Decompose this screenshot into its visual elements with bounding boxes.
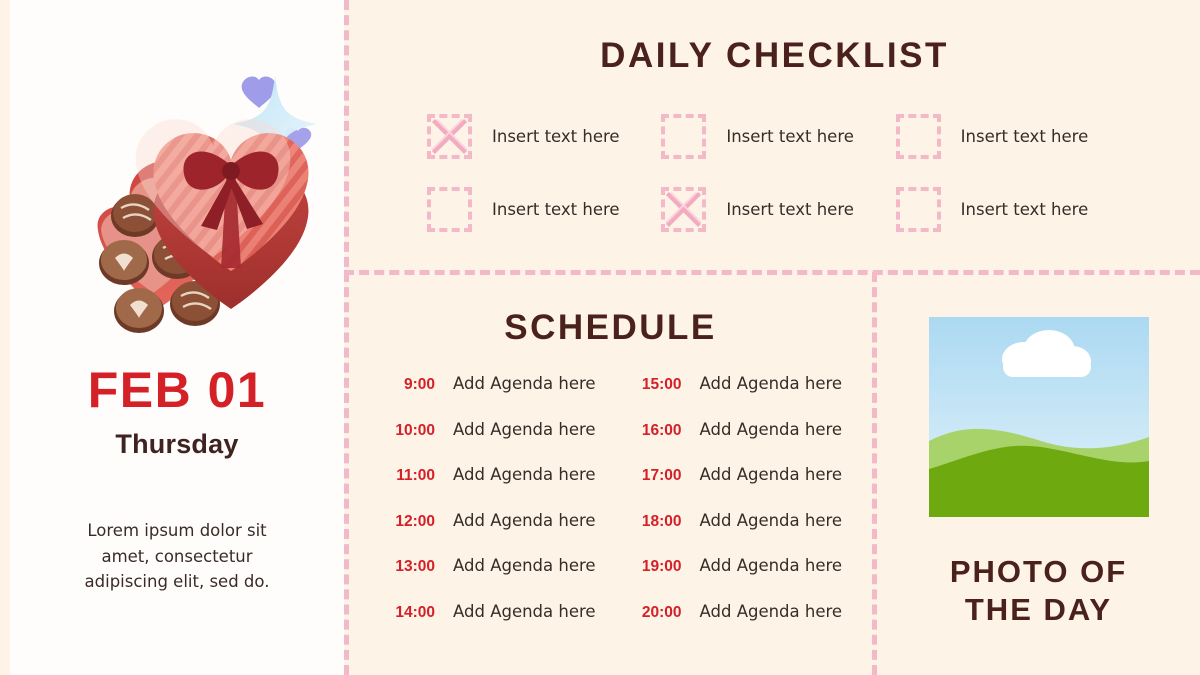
schedule-row[interactable]: 12:00 Add Agenda here: [373, 511, 620, 557]
daily-checklist-section: DAILY CHECKLIST Insert text here Insert t…: [349, 0, 1200, 270]
schedule-agenda: Add Agenda here: [699, 510, 843, 530]
schedule-agenda: Add Agenda here: [453, 556, 596, 575]
schedule-time: 9:00: [403, 376, 435, 393]
schedule-time: 16:00: [641, 421, 682, 439]
checklist-title: DAILY CHECKLIST: [600, 36, 949, 75]
schedule-agenda: Add Agenda here: [699, 465, 843, 484]
photo-placeholder[interactable]: [928, 317, 1149, 517]
date-weekday: Thursday: [115, 429, 239, 459]
schedule-time: 17:00: [641, 467, 682, 484]
schedule-time: 14:00: [395, 603, 435, 621]
checklist-checkbox[interactable]: [661, 114, 707, 159]
checkbox-x-icon: [665, 191, 703, 228]
schedule-title: SCHEDULE: [504, 308, 717, 347]
schedule-time: 13:00: [395, 558, 435, 575]
schedule-row[interactable]: 15:00 Add Agenda here: [620, 374, 867, 420]
schedule-agenda: Add Agenda here: [699, 374, 843, 393]
schedule-row[interactable]: 11:00 Add Agenda here: [373, 465, 620, 511]
schedule-agenda: Add Agenda here: [699, 556, 843, 575]
schedule-row[interactable]: 18:00 Add Agenda here: [620, 511, 867, 557]
checklist-checkbox[interactable]: [895, 114, 941, 159]
schedule-agenda: Add Agenda here: [453, 601, 596, 621]
checklist-item[interactable]: Insert text here: [661, 114, 895, 159]
left-panel: FEB 01 Thursday Lorem ipsum dolor sit am…: [10, 0, 344, 675]
schedule-agenda: Add Agenda here: [699, 601, 843, 621]
checklist-item[interactable]: Insert text here: [895, 187, 1130, 232]
schedule-row[interactable]: 20:00 Add Agenda here: [620, 602, 867, 648]
schedule-agenda: Add Agenda here: [699, 419, 843, 439]
schedule-time: 18:00: [641, 512, 682, 530]
date-block: FEB 01 Thursday: [88, 365, 267, 460]
photo-caption-line-2: THE DAY: [964, 591, 1113, 627]
slide-canvas: FEB 01 Thursday Lorem ipsum dolor sit am…: [0, 0, 1200, 675]
schedule-row[interactable]: 19:00 Add Agenda here: [620, 556, 867, 602]
schedule-time: 10:00: [395, 421, 435, 439]
schedule-time: 15:00: [641, 376, 682, 393]
schedule-row[interactable]: 16:00 Add Agenda here: [620, 420, 867, 466]
checklist-checkbox[interactable]: [427, 187, 472, 232]
schedule-agenda: Add Agenda here: [453, 510, 596, 530]
checkbox-x-icon: [431, 118, 468, 155]
schedule-time: 19:00: [641, 558, 682, 575]
checklist-item-label: Insert text here: [726, 200, 854, 219]
date-main: FEB 01: [87, 362, 267, 418]
checklist-item-label: Insert text here: [960, 200, 1089, 219]
left-panel-description: Lorem ipsum dolor sit amet, consectetur …: [84, 521, 270, 592]
schedule-row[interactable]: 10:00 Add Agenda here: [373, 420, 620, 466]
checklist-item-label: Insert text here: [726, 127, 854, 146]
checklist-grid: Insert text here Insert text here Insert t…: [349, 114, 1200, 232]
schedule-row[interactable]: 9:00 Add Agenda here: [373, 374, 620, 420]
checklist-checkbox[interactable]: [661, 187, 707, 232]
checklist-checkbox[interactable]: [427, 114, 472, 159]
schedule-time: 11:00: [396, 467, 435, 484]
schedule-row[interactable]: 14:00 Add Agenda here: [373, 602, 620, 648]
checklist-item-label: Insert text here: [492, 200, 620, 219]
schedule-agenda: Add Agenda here: [453, 419, 596, 439]
schedule-row[interactable]: 13:00 Add Agenda here: [373, 556, 620, 602]
schedule-section: SCHEDULE 9:00 Add Agenda here 15:00 Add Age…: [349, 276, 872, 675]
heart-chocolate-box-icon: [97, 76, 317, 333]
schedule-time: 20:00: [641, 603, 682, 621]
heart-chocolate-box-illustration: [27, 58, 327, 333]
schedule-time: 12:00: [395, 512, 435, 530]
photo-of-the-day-caption: PHOTO OF THE DAY: [950, 553, 1127, 629]
checklist-item[interactable]: Insert text here: [427, 187, 661, 232]
schedule-agenda: Add Agenda here: [453, 374, 596, 393]
photo-of-the-day-section: PHOTO OF THE DAY: [877, 276, 1200, 675]
checklist-checkbox[interactable]: [895, 187, 941, 232]
checklist-item-label: Insert text here: [492, 127, 620, 146]
divider-horizontal: [344, 270, 1200, 275]
photo-caption-line-1: PHOTO OF: [949, 554, 1128, 589]
ribbon-knot: [222, 162, 240, 180]
schedule-grid: 9:00 Add Agenda here 15:00 Add Agenda here 1…: [349, 374, 872, 647]
checklist-item[interactable]: Insert text here: [661, 187, 895, 232]
checklist-item-label: Insert text here: [960, 127, 1089, 146]
checklist-item[interactable]: Insert text here: [895, 114, 1130, 159]
landscape-placeholder-image-icon: [928, 317, 1149, 517]
schedule-agenda: Add Agenda here: [453, 465, 596, 484]
checklist-item[interactable]: Insert text here: [427, 114, 661, 159]
schedule-row[interactable]: 17:00 Add Agenda here: [620, 465, 867, 511]
